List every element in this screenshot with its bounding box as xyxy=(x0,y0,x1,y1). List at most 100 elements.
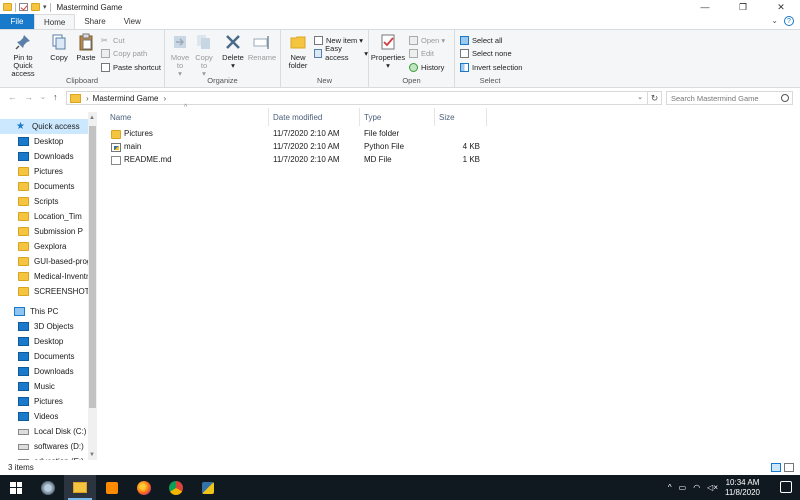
back-arrow-icon[interactable]: ← xyxy=(8,92,17,102)
forward-arrow-icon[interactable]: → xyxy=(24,92,33,102)
copy-to-button[interactable]: Copy to ▾ xyxy=(193,33,215,78)
easy-access-button[interactable]: Easy access ▾ xyxy=(314,44,368,62)
sidebar-item-quick-2[interactable]: Pictures📌 xyxy=(18,164,97,179)
sidebar-item-quick-8[interactable]: GUI-based-prog xyxy=(18,254,97,269)
maximize-button[interactable]: ❐ xyxy=(724,0,762,14)
start-button[interactable] xyxy=(0,475,32,500)
properties-check-icon[interactable] xyxy=(19,3,28,11)
copy-button[interactable]: Copy xyxy=(47,33,71,62)
copy-path-button[interactable]: Copy path xyxy=(101,48,147,58)
new-item-icon xyxy=(314,35,323,45)
scroll-up-icon[interactable]: ▲ xyxy=(89,115,95,121)
sidebar-item-quick-6[interactable]: Submission P xyxy=(18,224,97,239)
open-button[interactable]: Open ▾ xyxy=(409,35,445,45)
table-row[interactable]: README.md 11/7/2020 2:10 AM MD File 1 KB xyxy=(109,154,489,167)
column-header-name[interactable]: Name xyxy=(110,111,131,123)
nav-this-pc[interactable]: This PC xyxy=(14,304,97,319)
sidebar-item-pc-6[interactable]: Videos xyxy=(18,409,97,424)
sidebar-item-quick-3[interactable]: Documents📌 xyxy=(18,179,97,194)
battery-icon[interactable]: ▭ xyxy=(679,483,687,492)
address-bar[interactable]: › Mastermind Game › ⌄ xyxy=(66,91,648,105)
python-icon xyxy=(202,481,214,494)
rename-button[interactable]: Rename xyxy=(248,33,276,62)
sidebar-item-label: Pictures xyxy=(34,397,63,406)
invert-selection-button[interactable]: Invert selection xyxy=(460,62,522,72)
sidebar-item-pc-8[interactable]: softwares (D:) xyxy=(18,439,97,454)
clock[interactable]: 10:34 AM 11/8/2020 xyxy=(725,478,760,498)
pin-to-quick-access-button[interactable]: Pin to Quick access xyxy=(4,33,42,78)
taskbar-file-explorer[interactable] xyxy=(64,475,96,500)
chevron-down-icon[interactable]: ⌄ xyxy=(771,16,778,25)
column-header-date[interactable]: Date modified xyxy=(273,111,322,123)
new-folder-button[interactable]: New folder xyxy=(285,33,311,70)
details-view-icon[interactable] xyxy=(771,463,781,472)
address-path[interactable]: Mastermind Game xyxy=(93,94,159,103)
large-icons-view-icon[interactable] xyxy=(784,463,794,472)
sidebar-item-pc-5[interactable]: Pictures xyxy=(18,394,97,409)
sidebar-item-pc-1[interactable]: Desktop xyxy=(18,334,97,349)
chevron-right-icon[interactable]: › xyxy=(163,94,166,103)
customize-toolbar-arrow-icon[interactable]: ▾ xyxy=(43,3,47,11)
tab-view[interactable]: View xyxy=(115,14,150,29)
sidebar-item-pc-7[interactable]: Local Disk (C:) xyxy=(18,424,97,439)
select-none-button[interactable]: Select none xyxy=(460,48,512,58)
table-row[interactable]: main 11/7/2020 2:10 AM Python File 4 KB xyxy=(109,141,489,154)
search-input[interactable]: Search Mastermind Game xyxy=(666,91,793,105)
sidebar-item-quick-10[interactable]: SCREENSHOTS xyxy=(18,284,97,299)
column-divider[interactable] xyxy=(486,108,487,126)
column-divider[interactable] xyxy=(434,108,435,126)
properties-button[interactable]: Properties ▾ xyxy=(371,33,405,70)
chevron-up-icon[interactable]: ^ xyxy=(668,483,672,492)
help-icon[interactable]: ? xyxy=(784,16,794,26)
history-button[interactable]: History xyxy=(409,62,444,72)
table-row[interactable]: Pictures 11/7/2020 2:10 AM File folder xyxy=(109,128,489,141)
sidebar-item-quick-7[interactable]: Gexplora xyxy=(18,239,97,254)
sidebar-item-pc-4[interactable]: Music xyxy=(18,379,97,394)
sidebar-item-quick-1[interactable]: Downloads📌 xyxy=(18,149,97,164)
paste-button[interactable]: Paste xyxy=(74,33,98,62)
volume-icon[interactable]: ◁× xyxy=(707,483,718,492)
taskbar-app-python[interactable] xyxy=(192,475,224,500)
folder-icon xyxy=(18,167,29,176)
column-divider[interactable] xyxy=(268,108,269,126)
cut-button[interactable]: ✂ Cut xyxy=(101,35,125,45)
taskbar-app-sublime[interactable] xyxy=(96,475,128,500)
column-header-type[interactable]: Type xyxy=(364,111,381,123)
taskbar-app-chrome[interactable] xyxy=(160,475,192,500)
refresh-button[interactable]: ↻ xyxy=(648,91,662,105)
close-button[interactable]: ✕ xyxy=(762,0,800,14)
sidebar-item-quick-0[interactable]: Desktop📌 xyxy=(18,134,97,149)
copy-label: Copy xyxy=(50,53,68,62)
delete-button[interactable]: Delete ▾ xyxy=(220,33,246,70)
column-divider[interactable] xyxy=(359,108,360,126)
scroll-down-icon[interactable]: ▼ xyxy=(89,452,95,458)
paste-shortcut-button[interactable]: Paste shortcut xyxy=(101,62,161,72)
sidebar-item-quick-4[interactable]: Scripts📌 xyxy=(18,194,97,209)
select-all-button[interactable]: Select all xyxy=(460,35,502,45)
tab-home[interactable]: Home xyxy=(34,14,76,29)
sidebar-item-pc-2[interactable]: Documents xyxy=(18,349,97,364)
move-to-button[interactable]: Move to ▾ xyxy=(169,33,191,78)
nav-quick-access[interactable]: ★ Quick access xyxy=(0,119,88,134)
chevron-down-icon[interactable]: ⌄ xyxy=(637,93,643,101)
notification-center-icon[interactable] xyxy=(780,481,792,493)
recent-locations-chevron-icon[interactable]: ⌄ xyxy=(40,93,46,101)
edit-button[interactable]: Edit xyxy=(409,48,434,58)
minimize-button[interactable]: — xyxy=(686,0,724,14)
up-arrow-icon[interactable]: ↑ xyxy=(53,92,58,102)
wifi-icon[interactable]: ◠ xyxy=(693,483,700,492)
sidebar-item-quick-5[interactable]: Location_Tim📌 xyxy=(18,209,97,224)
file-type: Python File xyxy=(364,142,405,151)
sidebar-item-quick-9[interactable]: Medical-Inventry xyxy=(18,269,97,284)
taskbar-app-firefox[interactable] xyxy=(128,475,160,500)
nav-scrollbar[interactable]: ▲ ▼ xyxy=(88,112,97,460)
sidebar-item-pc-3[interactable]: Downloads xyxy=(18,364,97,379)
tab-file[interactable]: File xyxy=(0,14,34,29)
column-header-size[interactable]: Size xyxy=(439,111,455,123)
tab-share[interactable]: Share xyxy=(75,14,114,29)
sidebar-item-pc-0[interactable]: 3D Objects xyxy=(18,319,97,334)
new-folder-icon[interactable] xyxy=(31,3,40,11)
scrollbar-thumb[interactable] xyxy=(89,126,96,408)
chevron-right-icon[interactable]: › xyxy=(86,94,89,103)
taskbar-app-1[interactable] xyxy=(32,475,64,500)
